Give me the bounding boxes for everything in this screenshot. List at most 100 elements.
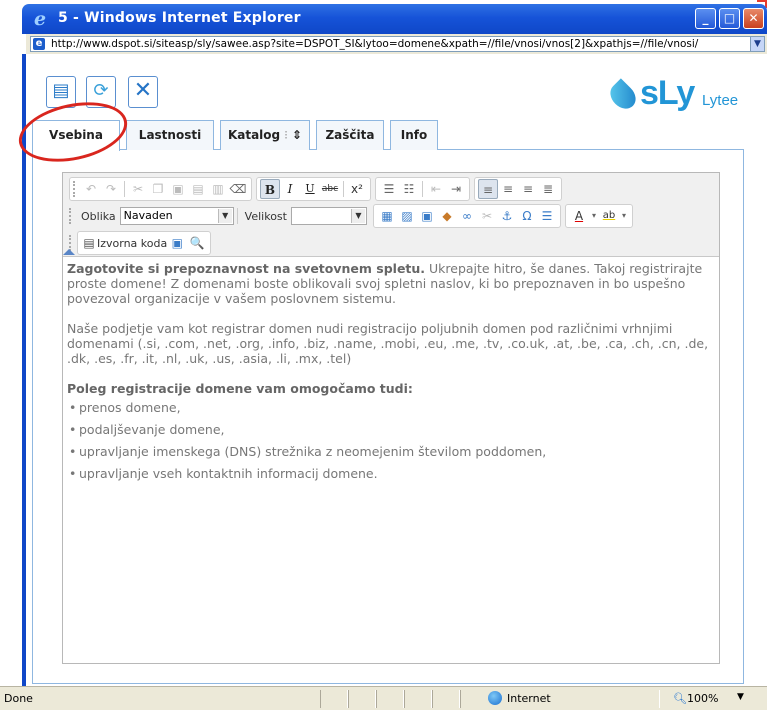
address-dropdown-button[interactable]: ▼: [750, 37, 764, 51]
refresh-button[interactable]: ⟳: [86, 76, 116, 108]
tab-info[interactable]: Info: [390, 120, 438, 150]
align-justify-icon[interactable]: ≣: [538, 179, 558, 199]
copy-icon[interactable]: ❐: [148, 179, 168, 199]
size-select[interactable]: ▼: [290, 207, 367, 225]
underline-button[interactable]: U: [300, 179, 320, 199]
tab-vsebina[interactable]: Vsebina: [32, 120, 120, 151]
sort-icon[interactable]: ⇕: [292, 128, 302, 142]
redo-icon[interactable]: ↷: [101, 179, 121, 199]
align-center-icon[interactable]: ≡: [498, 179, 518, 199]
toolbar-group-colors: A ▾ ab ▾: [564, 204, 633, 228]
zone-label: Internet: [507, 691, 551, 705]
source-label: Izvorna koda: [97, 236, 168, 250]
align-left-icon[interactable]: ≡: [478, 179, 498, 199]
status-cell: [404, 690, 432, 708]
horizontal-rule-icon[interactable]: ☰: [537, 206, 557, 226]
page-icon: e: [33, 38, 45, 50]
tab-zascita[interactable]: Zaščita: [316, 120, 384, 150]
zoom-dropdown-icon[interactable]: ▼: [737, 692, 744, 702]
undo-icon[interactable]: ↶: [81, 179, 101, 199]
preview-icon[interactable]: 🔍: [187, 233, 207, 253]
tab-label: Zaščita: [325, 128, 375, 142]
toolbar-grip[interactable]: [73, 181, 77, 197]
toolbar-group-align: ≡ ≡ ≡ ≣: [474, 177, 562, 201]
chevron-down-icon[interactable]: ▾: [619, 206, 629, 226]
toolbar-row-2: Oblika Navaden ▼ Velikost ▼ ▦ ▨ ▣ ◆ ∞ ✂ …: [69, 204, 637, 228]
list-item: podaljševanje domene,: [67, 422, 715, 437]
link-icon[interactable]: ∞: [457, 206, 477, 226]
paste-text-icon[interactable]: ▤: [188, 179, 208, 199]
outdent-icon[interactable]: ⇤: [426, 179, 446, 199]
tab-lastnosti[interactable]: Lastnosti: [126, 120, 214, 150]
highlight-color-icon[interactable]: ab: [599, 206, 619, 226]
title-bar[interactable]: e 5 - Windows Internet Explorer _ □ ✕: [22, 4, 767, 34]
numbered-list-icon[interactable]: ☰: [379, 179, 399, 199]
format-select[interactable]: Navaden ▼: [119, 207, 234, 225]
unlink-icon[interactable]: ✂: [477, 206, 497, 226]
toolbar-group-source: ▤ Izvorna koda ▣ 🔍: [77, 231, 212, 255]
address-field[interactable]: e http://www.dspot.si/siteasp/sly/sawee.…: [30, 36, 765, 52]
service-list: prenos domene, podaljševanje domene, upr…: [67, 400, 715, 481]
logo-sub-text: Lytee: [702, 92, 739, 109]
security-zone[interactable]: Internet: [488, 691, 551, 705]
format-value: Navaden: [123, 209, 173, 222]
save-button[interactable]: ▤: [46, 76, 76, 108]
separator: [422, 181, 423, 197]
source-icon: ▤: [83, 236, 95, 250]
superscript-button[interactable]: x²: [347, 179, 367, 199]
format-label: Oblika: [81, 209, 116, 223]
refresh-icon: ⟳: [93, 80, 109, 101]
cut-icon[interactable]: ✂: [128, 179, 148, 199]
list-item: upravljanje imenskega (DNS) strežnika z …: [67, 444, 715, 459]
toolbar-grip[interactable]: [69, 208, 73, 224]
anchor-icon[interactable]: ⚓: [497, 206, 517, 226]
toolbar-group-insert: ▦ ▨ ▣ ◆ ∞ ✂ ⚓ Ω ☰: [372, 204, 561, 228]
save-icon: ▤: [52, 80, 70, 101]
maximize-button[interactable]: □: [719, 8, 740, 29]
minimize-button[interactable]: _: [695, 8, 716, 29]
bulleted-list-icon[interactable]: ☷: [399, 179, 419, 199]
bold-button[interactable]: B: [260, 179, 280, 199]
chevron-down-icon: ▼: [350, 209, 365, 223]
maximize-editor-icon[interactable]: ▣: [167, 233, 187, 253]
toolbar-collapse-icon[interactable]: [63, 249, 75, 255]
flash-icon[interactable]: ▣: [417, 206, 437, 226]
editor-content[interactable]: Zagotovite si prepoznavnost na svetovnem…: [67, 261, 715, 488]
image-icon[interactable]: ▨: [397, 206, 417, 226]
chevron-down-icon: ▼: [217, 209, 232, 223]
separator: [124, 181, 125, 197]
status-text: Done: [4, 692, 33, 705]
intro-paragraph: Zagotovite si prepoznavnost na svetovnem…: [67, 261, 715, 306]
special-char-icon[interactable]: Ω: [517, 206, 537, 226]
chevron-down-icon[interactable]: ▾: [589, 206, 599, 226]
tab-label: Info: [400, 128, 428, 142]
intro-bold-text: Zagotovite si prepoznavnost na svetovnem…: [67, 261, 426, 276]
source-button[interactable]: ▤ Izvorna koda: [81, 233, 167, 253]
text-color-icon[interactable]: A: [569, 206, 589, 226]
globe-icon: [488, 691, 502, 705]
media-icon[interactable]: ◆: [437, 206, 457, 226]
logo-main-text: sLy: [640, 74, 695, 112]
address-url[interactable]: http://www.dspot.si/siteasp/sly/sawee.as…: [51, 38, 746, 50]
toolbar-row-3: ▤ Izvorna koda ▣ 🔍: [69, 231, 215, 255]
close-window-button[interactable]: ✕: [743, 8, 764, 29]
strikethrough-button[interactable]: abc: [320, 179, 340, 199]
italic-button[interactable]: I: [280, 179, 300, 199]
status-cell: [376, 690, 404, 708]
paste-word-icon[interactable]: ▥: [208, 179, 228, 199]
ie-window: e 5 - Windows Internet Explorer _ □ ✕ e …: [0, 0, 767, 710]
window-title: 5 - Windows Internet Explorer: [58, 10, 301, 26]
table-icon[interactable]: ▦: [377, 206, 397, 226]
zoom-level[interactable]: 🔍︎100%: [673, 692, 718, 705]
eraser-icon[interactable]: ⌫: [228, 179, 248, 199]
paste-icon[interactable]: ▣: [168, 179, 188, 199]
separator: [236, 208, 238, 224]
rich-text-editor: ↶ ↷ ✂ ❐ ▣ ▤ ▥ ⌫ B I U abc x² ☰ ☷ ⇤ ⇥ ≡ ≡…: [62, 172, 720, 664]
indent-icon[interactable]: ⇥: [446, 179, 466, 199]
cancel-button[interactable]: ✕: [128, 76, 158, 108]
status-cell: [348, 690, 376, 708]
align-right-icon[interactable]: ≡: [518, 179, 538, 199]
tab-label: Vsebina: [49, 128, 103, 142]
tab-label: Katalog: [227, 128, 281, 142]
tab-katalog[interactable]: Katalog ⁝ ⇕: [220, 120, 310, 150]
